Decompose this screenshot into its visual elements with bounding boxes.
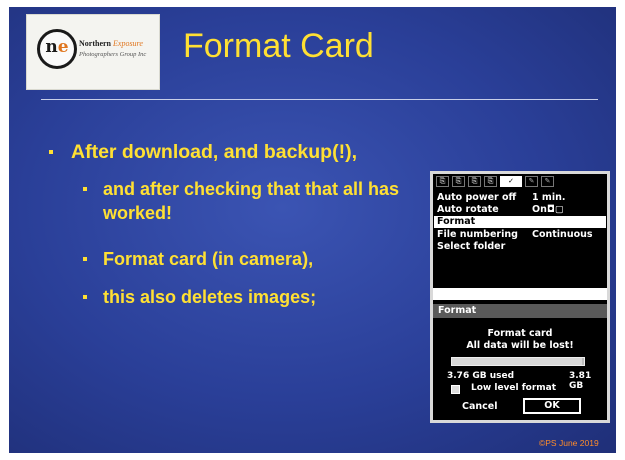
dialog-title: Format (433, 304, 607, 318)
bullet-1: After download, and backup(!), (49, 140, 357, 164)
bullet-text: Format card (in camera), (103, 249, 314, 269)
camera-menu-tabs: ⎘ ⎘ ⎘ ⎘ ✓ ✎ ✎ (436, 176, 606, 190)
menu-item-file-numbering: File numbering Continuous (437, 229, 593, 240)
card-usage-bar (451, 357, 585, 366)
camera-tab-icon: ⎘ (436, 176, 449, 187)
camera-tab-icon: ⎘ (484, 176, 497, 187)
title-divider (41, 99, 598, 100)
camera-tab-setup-icon: ✓ (500, 176, 522, 187)
logo-circle-icon: ne (37, 29, 77, 69)
camera-tab-icon: ✎ (525, 176, 538, 187)
divider-strip (433, 288, 607, 300)
dialog-warning: All data will be lost! (466, 340, 574, 351)
bullet-4: this also deletes images; (83, 285, 317, 309)
bullet-2: and after checking that that all has wor… (83, 177, 403, 225)
logo-name: Northern Exposure (79, 39, 143, 48)
camera-tab-icon: ⎘ (468, 176, 481, 187)
logo-mark: ne (45, 37, 69, 57)
bullet-3: Format card (in camera), (83, 247, 314, 271)
menu-item-select-folder: Select folder (437, 241, 506, 252)
used-space: 3.76 GB used (447, 371, 515, 381)
slide: ne Northern Exposure Photographers Group… (9, 7, 616, 453)
bullet-square-icon (83, 187, 87, 191)
logo: ne Northern Exposure Photographers Group… (26, 14, 160, 90)
total-space: 3.81 GB (569, 371, 592, 391)
bullet-square-icon (49, 150, 53, 154)
camera-menu-screenshot: ⎘ ⎘ ⎘ ⎘ ✓ ✎ ✎ Auto power off 1 min. Auto rotate… (430, 171, 610, 423)
menu-item-format: Format (434, 216, 606, 228)
slide-title: Format Card (183, 27, 374, 65)
low-level-format-label: Low level format (471, 383, 557, 393)
dialog-heading: Format card (487, 328, 553, 339)
bullet-text: this also deletes images; (103, 287, 317, 307)
bullet-square-icon (83, 295, 87, 299)
camera-tab-icon: ✎ (541, 176, 554, 187)
menu-item-auto-rotate: Auto rotate On◘▢ (437, 204, 564, 215)
low-level-format-checkbox (451, 385, 460, 394)
copyright: ©PS June 2019 (539, 438, 599, 448)
card-usage-fill (452, 358, 583, 365)
logo-subtitle: Photographers Group Inc (79, 51, 147, 58)
ok-button: OK (523, 398, 581, 414)
bullet-square-icon (83, 257, 87, 261)
bullet-text: and after checking that that all has wor… (103, 179, 400, 223)
camera-tab-icon: ⎘ (452, 176, 465, 187)
menu-item-auto-power-off: Auto power off 1 min. (437, 192, 566, 203)
cancel-button: Cancel (462, 401, 498, 412)
bullet-text: After download, and backup(!), (71, 141, 357, 163)
